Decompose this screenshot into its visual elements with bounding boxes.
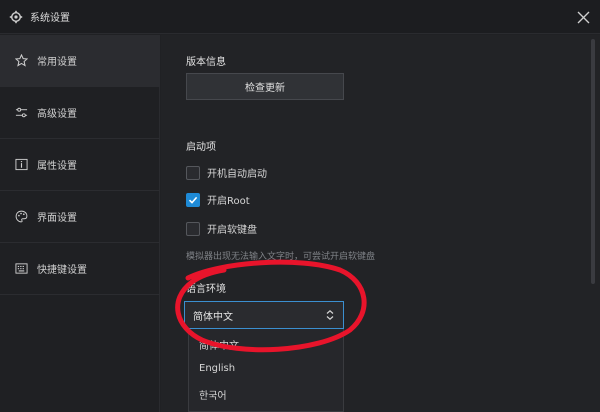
sidebar-item-label: 高级设置 — [37, 109, 77, 120]
sidebar-item-interface[interactable]: 界面设置 — [0, 191, 160, 243]
sidebar-item-advanced[interactable]: 高级设置 — [0, 87, 160, 139]
title-bar: 系统设置 — [0, 0, 600, 34]
startup-section-title: 启动项 — [186, 142, 216, 153]
language-option[interactable]: 한국어 — [199, 387, 227, 402]
soft-keyboard-label: 开启软键盘 — [207, 225, 257, 236]
check-update-button[interactable]: 检查更新 — [186, 73, 344, 100]
sliders-icon — [15, 107, 28, 118]
language-dropdown: 简体中文 English 한국어 — [188, 329, 344, 412]
window-title: 系统设置 — [30, 13, 70, 24]
close-icon[interactable] — [577, 11, 590, 24]
version-section-title: 版本信息 — [186, 57, 226, 68]
language-selected-value: 简体中文 — [193, 311, 233, 323]
sidebar-item-general[interactable]: 常用设置 — [0, 35, 160, 87]
info-icon — [15, 158, 28, 171]
root-checkbox[interactable] — [186, 192, 200, 207]
keyboard-icon — [15, 263, 28, 274]
sidebar-item-label: 属性设置 — [37, 161, 77, 172]
language-section-title: 语言环境 — [186, 284, 226, 295]
root-label: 开启Root — [207, 196, 250, 207]
root-checkbox-row[interactable]: 开启Root — [186, 192, 250, 207]
autostart-checkbox[interactable] — [186, 165, 200, 180]
settings-sidebar: 常用设置 高级设置 属性设置 界面设置 快捷键设置 — [0, 35, 160, 412]
autostart-checkbox-row[interactable]: 开机自动启动 — [186, 165, 267, 180]
language-option[interactable]: English — [199, 363, 235, 374]
sidebar-item-label: 界面设置 — [37, 213, 77, 224]
chevron-up-down-icon — [326, 309, 334, 321]
sidebar-item-label: 常用设置 — [37, 57, 77, 68]
language-select[interactable]: 简体中文 — [184, 301, 344, 329]
gear-icon — [9, 10, 23, 23]
soft-keyboard-hint: 模拟器出现无法输入文字时，可尝试开启软键盘 — [186, 252, 376, 262]
soft-keyboard-checkbox-row[interactable]: 开启软键盘 — [186, 221, 257, 236]
sidebar-item-shortcuts[interactable]: 快捷键设置 — [0, 243, 160, 295]
sidebar-item-label: 快捷键设置 — [37, 265, 87, 276]
star-icon — [15, 54, 28, 67]
content-scrollbar[interactable] — [591, 39, 595, 284]
check-icon — [188, 196, 198, 204]
language-option[interactable]: 简体中文 — [199, 337, 239, 352]
settings-window: 系统设置 常用设置 高级设置 属性设置 界面设置 快捷键设置 版本信息 检查更新… — [0, 0, 600, 412]
sidebar-item-properties[interactable]: 属性设置 — [0, 139, 160, 191]
palette-icon — [15, 210, 28, 223]
soft-keyboard-checkbox[interactable] — [186, 221, 200, 236]
settings-content: 版本信息 检查更新 启动项 开机自动启动 开启Root 开启软键盘 模拟器出现无… — [161, 35, 600, 412]
autostart-label: 开机自动启动 — [207, 169, 267, 180]
